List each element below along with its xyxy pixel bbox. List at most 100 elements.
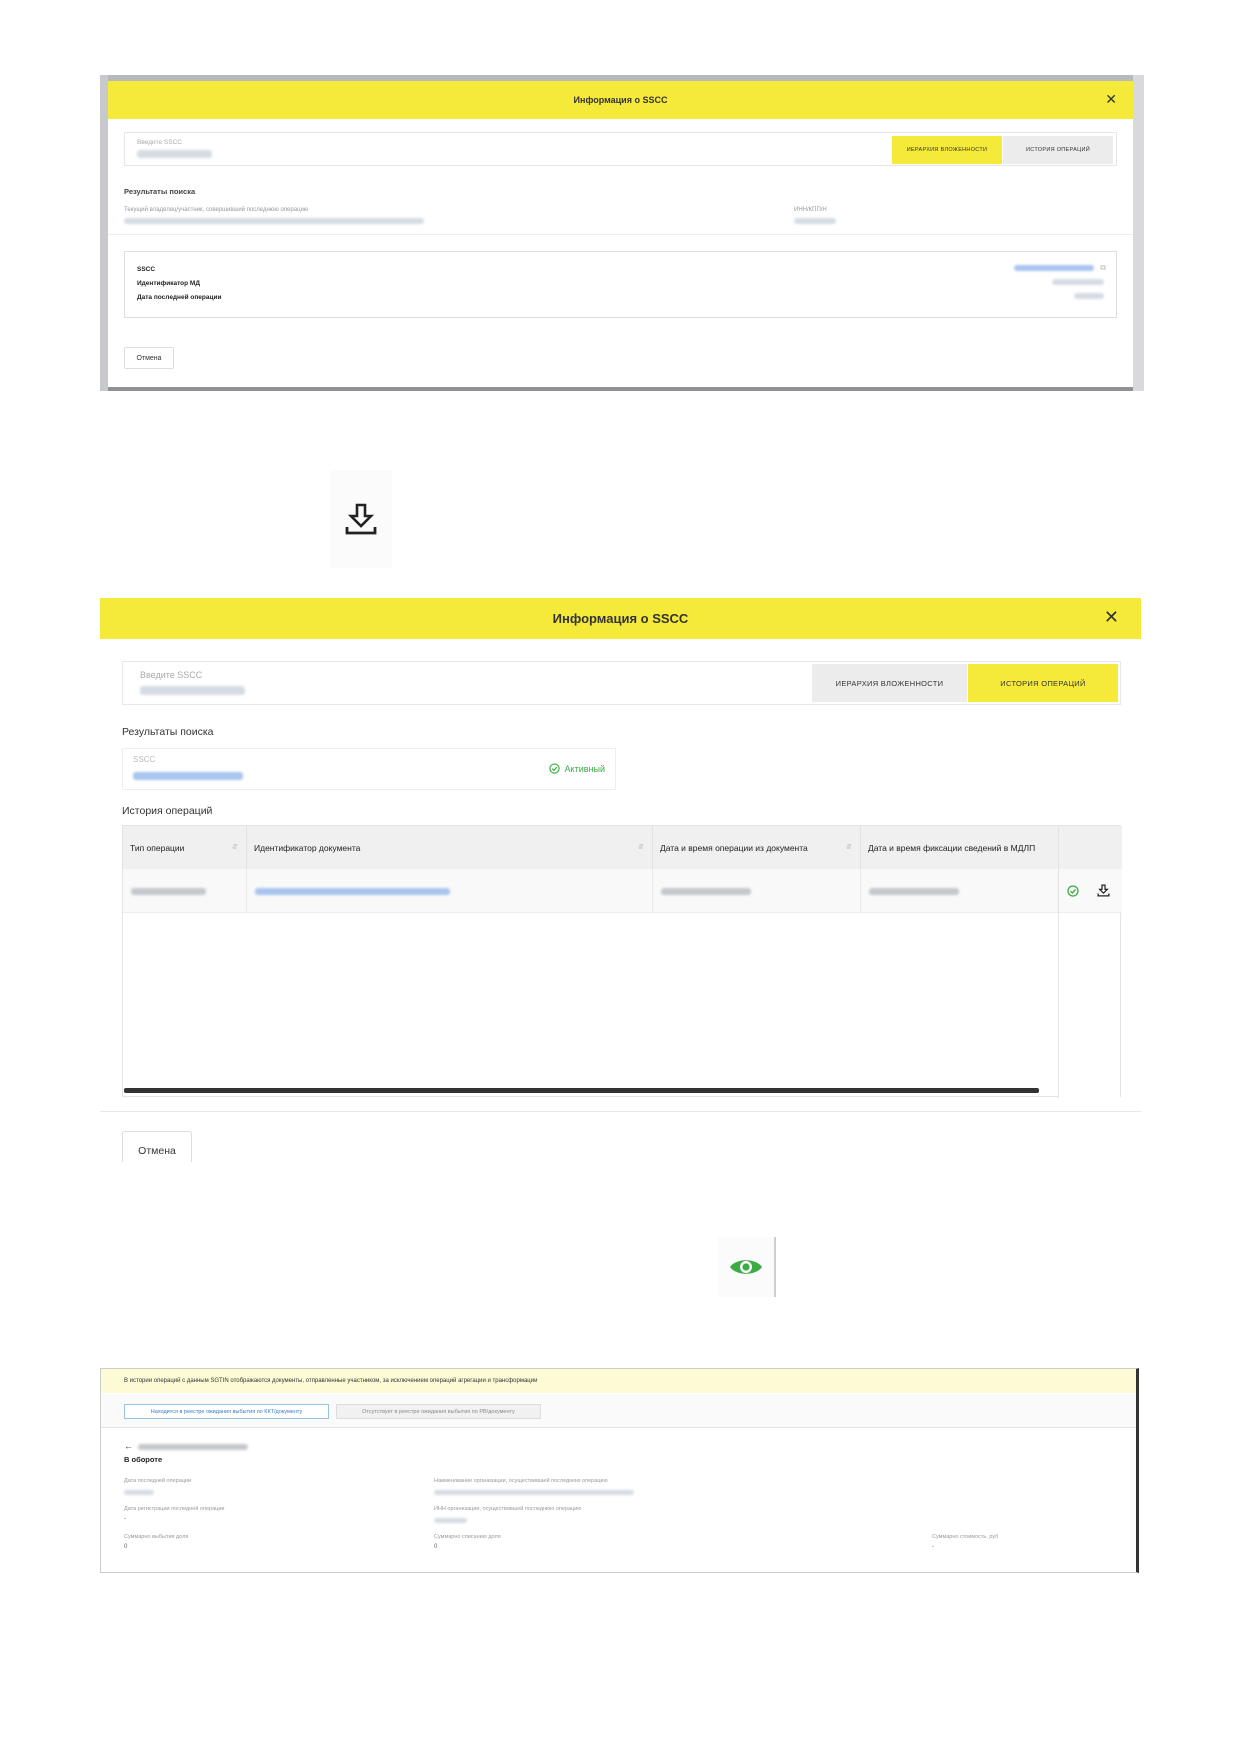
sscc-modal: Информация о SSCC ✕ Введите SSCC ИЕРАРХИ… [108, 81, 1133, 387]
doc-id-link-redacted[interactable] [255, 888, 450, 895]
sscc-search-value-redacted [137, 150, 212, 158]
writeoff-value: 0 [434, 1544, 438, 1550]
last-op-date-label: Дата последней операции [124, 1478, 192, 1484]
sscc-info-screenshot-history: Информация о SSCC ✕ Введите SSCC ИЕРАРХИ… [100, 598, 1141, 1162]
sscc-result-box: SSCC Активный [122, 748, 616, 790]
actions-column [1058, 826, 1121, 1098]
tab-hierarchy[interactable]: ИЕРАРХИЯ ВЛОЖЕННОСТИ [892, 136, 1002, 164]
org-inn-label: ИНН организации, осуществившей последнюю… [434, 1506, 582, 1512]
registry-kkt-button[interactable]: Находится в реестре ожидания выбытия по … [124, 1404, 329, 1419]
reg-date-label: Дата регистрации последней операции [124, 1506, 225, 1512]
tab-operations-history[interactable]: ИСТОРИЯ ОПЕРАЦИЙ [968, 664, 1118, 702]
divider [100, 1111, 1141, 1112]
sscc-search-label: Введите SSCC [140, 670, 203, 680]
sscc-details-card: SSCC Идентификатор МД Дата последней опе… [124, 251, 1117, 318]
operations-table: Тип операции ⇵ Идентификатор документа ⇵… [122, 825, 1122, 1098]
sscc-label: SSCC [133, 755, 156, 764]
outflow-value: 0 [124, 1544, 128, 1550]
reg-date-value: - [124, 1516, 126, 1522]
registry-buttons: Находится в реестре ожидания выбытия по … [101, 1394, 1136, 1428]
results-title: Результаты поиска [124, 187, 196, 196]
sscc-key: SSCC [137, 266, 156, 273]
horizontal-scrollbar[interactable] [124, 1088, 1039, 1093]
cancel-button[interactable]: Отмена [122, 1131, 192, 1162]
modal-title: Информация о SSCC [573, 95, 668, 105]
cancel-button[interactable]: Отмена [124, 347, 174, 369]
writeoff-label: Суммарно списанию доля [434, 1534, 501, 1540]
close-icon[interactable]: ✕ [1104, 607, 1119, 628]
sscc-search-value-redacted [140, 686, 245, 695]
table-row[interactable] [123, 869, 1122, 913]
sscc-value-link-redacted[interactable] [1014, 265, 1094, 271]
column-label: Дата и время фиксации сведений в МДЛП [868, 842, 1036, 853]
download-icon[interactable] [1097, 884, 1110, 897]
sscc-search-label: Введите SSCC [137, 139, 182, 146]
background-sidebar [100, 75, 108, 391]
cell-op-type [123, 869, 247, 913]
cell-fix-date [861, 869, 1061, 913]
sgtin-card-screenshot: В истории операций с данным SGTIN отобра… [100, 1368, 1139, 1573]
status-text: Активный [564, 763, 605, 774]
column-label: Дата и время операции из документа [660, 842, 808, 853]
actions-cell [1059, 869, 1121, 913]
sort-icon[interactable]: ⇵ [638, 843, 644, 851]
column-header-fix-date[interactable]: Дата и время фиксации сведений в МДЛП [861, 826, 1061, 869]
owner-label: Текущий владелец/участник, совершивший п… [124, 207, 309, 213]
close-icon[interactable]: ✕ [1105, 91, 1117, 108]
sscc-info-screenshot-hierarchy: Информация о SSCC ✕ Введите SSCC ИЕРАРХИ… [100, 75, 1144, 391]
back-arrow-icon[interactable]: ← [124, 1441, 133, 1451]
product-name-redacted [138, 1444, 248, 1450]
divider [108, 234, 1133, 235]
org-name-label: Наименование организации, осуществившей … [434, 1478, 608, 1484]
check-circle-icon [548, 763, 560, 774]
owner-value-redacted [124, 218, 424, 224]
outflow-label: Суммарно выбытия доля [124, 1534, 189, 1540]
org-inn-value-redacted [434, 1518, 467, 1523]
cost-label: Суммарно стоимость, руб [932, 1534, 999, 1540]
last-op-date-key: Дата последней операции [137, 294, 222, 301]
status-badge: Активный [548, 763, 605, 774]
cell-op-date [653, 869, 861, 913]
redacted-text [869, 888, 959, 895]
inn-label: ИНН/КПП/Н [794, 207, 827, 213]
sort-icon[interactable]: ⇵ [232, 843, 238, 851]
md-id-value-redacted [1052, 279, 1104, 285]
md-id-key: Идентификатор МД [137, 280, 200, 287]
last-op-date-value-redacted [124, 1490, 154, 1495]
sscc-search-field[interactable]: Введите SSCC ИЕРАРХИЯ ВЛОЖЕННОСТИ ИСТОРИ… [124, 132, 1117, 166]
check-circle-icon[interactable] [1067, 885, 1079, 897]
last-op-date-value-redacted [1074, 293, 1104, 299]
redacted-text [131, 888, 206, 895]
tab-hierarchy[interactable]: ИЕРАРХИЯ ВЛОЖЕННОСТИ [812, 664, 967, 702]
redacted-text [661, 888, 751, 895]
table-header: Тип операции ⇵ Идентификатор документа ⇵… [123, 826, 1122, 869]
modal-header: Информация о SSCC ✕ [108, 81, 1133, 119]
copy-icon[interactable]: ⧉ [1100, 263, 1106, 272]
registry-absent-button[interactable]: Отсутствует в реестре ожидания выбытия п… [336, 1404, 541, 1419]
download-icon-illustration [330, 470, 392, 568]
background-right-panel [1133, 75, 1144, 391]
info-notice: В истории операций с данным SGTIN отобра… [101, 1369, 1136, 1393]
actions-column-header [1059, 826, 1121, 869]
modal-header: Информация о SSCC ✕ [100, 598, 1141, 639]
column-header-op-type[interactable]: Тип операции ⇵ [123, 826, 247, 869]
eye-icon-illustration [718, 1237, 774, 1297]
org-name-value-redacted [434, 1490, 634, 1495]
cell-doc-id[interactable] [247, 869, 653, 913]
download-icon [345, 503, 377, 535]
column-label: Идентификатор документа [254, 842, 361, 853]
history-title: История операций [122, 805, 213, 817]
eye-icon [730, 1260, 762, 1274]
results-title: Результаты поиска [122, 726, 214, 738]
column-header-op-date[interactable]: Дата и время операции из документа ⇵ [653, 826, 861, 869]
sort-icon[interactable]: ⇵ [846, 843, 852, 851]
inn-value-redacted [794, 218, 836, 224]
cost-value: - [932, 1544, 934, 1550]
tab-operations-history[interactable]: ИСТОРИЯ ОПЕРАЦИЙ [1003, 136, 1113, 164]
sscc-search-field[interactable]: Введите SSCC ИЕРАРХИЯ ВЛОЖЕННОСТИ ИСТОРИ… [122, 661, 1121, 705]
modal-title: Информация о SSCC [552, 611, 689, 626]
product-state: В обороте [124, 1455, 163, 1464]
divider [774, 1237, 776, 1297]
column-header-doc-id[interactable]: Идентификатор документа ⇵ [247, 826, 653, 869]
sscc-value-link-redacted[interactable] [133, 772, 243, 780]
